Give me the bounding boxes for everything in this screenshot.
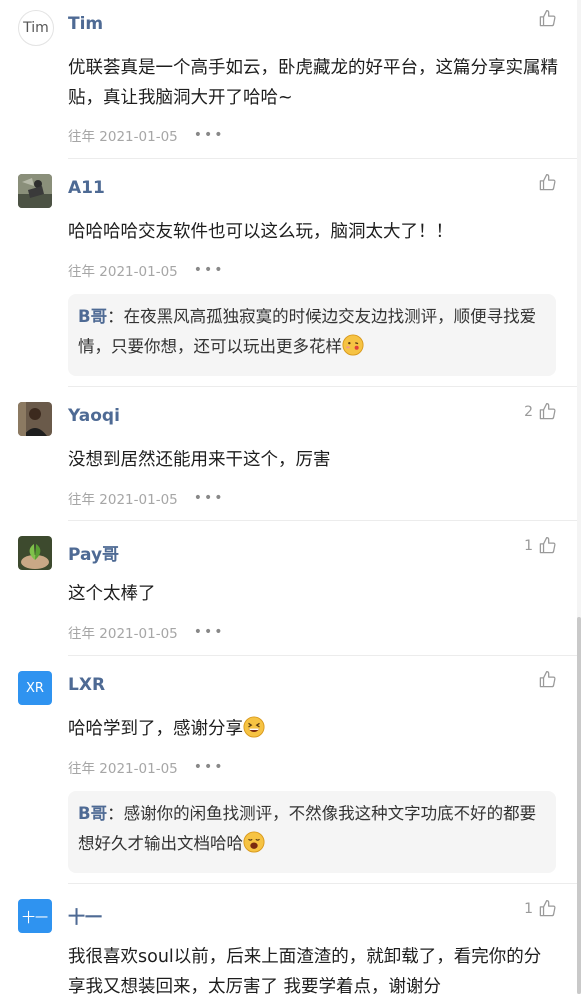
like-button[interactable] bbox=[533, 173, 557, 192]
thumbs-up-icon bbox=[539, 402, 556, 420]
comment-date: 往年 2021-01-05 bbox=[68, 264, 178, 280]
avatar[interactable] bbox=[18, 402, 52, 436]
more-dots-icon[interactable]: ••• bbox=[194, 127, 225, 143]
comment-text: 我很喜欢soul以前，后来上面渣渣的，就卸载了，看完你的分享我又想装回来，太厉害… bbox=[68, 947, 542, 994]
avatar[interactable] bbox=[18, 536, 52, 570]
scrollbar-thumb[interactable] bbox=[577, 617, 581, 994]
avatar-photo bbox=[18, 402, 52, 436]
comment-meta: 往年 2021-01-05 ••• bbox=[68, 757, 225, 777]
like-button[interactable]: 1 bbox=[524, 536, 557, 555]
avatar[interactable]: 十一 bbox=[18, 899, 52, 933]
like-button[interactable]: 1 bbox=[524, 899, 557, 918]
weary-face-emoji bbox=[243, 831, 265, 853]
divider bbox=[68, 386, 577, 387]
username[interactable]: A11 bbox=[68, 178, 105, 198]
more-dots-icon[interactable]: ••• bbox=[194, 262, 225, 278]
username[interactable]: Tim bbox=[68, 14, 103, 34]
comment-meta: 往年 2021-01-05 ••• bbox=[68, 260, 225, 280]
grinning-face-emoji bbox=[243, 716, 265, 738]
kissing-face-emoji bbox=[342, 334, 364, 356]
divider bbox=[68, 655, 577, 656]
reply-box: B哥：感谢你的闲鱼找测评，不然像我这种文字功底不好的都要想好久才输出文档哈哈 bbox=[68, 791, 556, 873]
username[interactable]: Yaoqi bbox=[68, 406, 120, 426]
comment-text: 这个太棒了 bbox=[68, 584, 156, 604]
comment-text-content: 哈哈学到了，感谢分享 bbox=[68, 719, 243, 739]
comment-text: 优联荟真是一个高手如云，卧虎藏龙的好平台，这篇分享实属精贴，真让我脑洞大开了哈哈… bbox=[68, 58, 558, 108]
like-count: 2 bbox=[524, 403, 533, 420]
more-dots-icon[interactable]: ••• bbox=[194, 759, 225, 775]
comment-text: 没想到居然还能用来干这个，厉害 bbox=[68, 450, 331, 470]
divider bbox=[68, 158, 577, 159]
divider bbox=[68, 520, 577, 521]
scrollbar-track[interactable] bbox=[577, 0, 581, 994]
comment-meta: 往年 2021-01-05 ••• bbox=[68, 622, 225, 642]
thumbs-up-icon bbox=[539, 9, 556, 27]
avatar[interactable]: Tim bbox=[18, 10, 54, 46]
username[interactable]: Pay哥 bbox=[68, 540, 119, 565]
comment-date: 往年 2021-01-05 bbox=[68, 761, 178, 777]
like-count: 1 bbox=[524, 900, 533, 917]
avatar[interactable] bbox=[18, 174, 52, 208]
reply-separator: ： bbox=[107, 307, 124, 326]
reply-box: B哥：在夜黑风高孤独寂寞的时候边交友边找测评，顺便寻找爱情，只要你想，还可以玩出… bbox=[68, 294, 556, 376]
thumbs-up-icon bbox=[539, 536, 556, 554]
comment-meta: 往年 2021-01-05 ••• bbox=[68, 125, 225, 145]
reply-author[interactable]: B哥 bbox=[78, 804, 107, 823]
avatar-photo bbox=[18, 536, 52, 570]
avatar-initials: 十一 bbox=[21, 910, 48, 926]
reply-text: 在夜黑风高孤独寂寞的时候边交友边找测评，顺便寻找爱情，只要你想，还可以玩出更多花… bbox=[78, 307, 537, 356]
like-button[interactable] bbox=[533, 9, 557, 28]
username[interactable]: LXR bbox=[68, 675, 105, 695]
username[interactable]: 十一 bbox=[68, 903, 102, 928]
thumbs-up-icon bbox=[539, 899, 556, 917]
reply-text: 感谢你的闲鱼找测评，不然像我这种文字功底不好的都要想好久才输出文档哈哈 bbox=[78, 804, 537, 853]
thumbs-up-icon bbox=[539, 670, 556, 688]
avatar-photo bbox=[18, 174, 52, 208]
thumbs-up-icon bbox=[539, 173, 556, 191]
comment-text: 哈哈哈哈交友软件也可以这么玩，脑洞太大了！！ bbox=[68, 222, 453, 242]
like-count: 1 bbox=[524, 537, 533, 554]
comment-text: 哈哈学到了，感谢分享 bbox=[68, 714, 558, 744]
comment-date: 往年 2021-01-05 bbox=[68, 492, 178, 508]
like-button[interactable] bbox=[533, 670, 557, 689]
more-dots-icon[interactable]: ••• bbox=[194, 490, 225, 506]
comment-date: 往年 2021-01-05 bbox=[68, 626, 178, 642]
avatar[interactable]: XR bbox=[18, 671, 52, 705]
reply-separator: ： bbox=[107, 804, 124, 823]
avatar-initials: XR bbox=[26, 680, 44, 696]
comment-date: 往年 2021-01-05 bbox=[68, 129, 178, 145]
more-dots-icon[interactable]: ••• bbox=[194, 624, 225, 640]
reply-author[interactable]: B哥 bbox=[78, 307, 107, 326]
comment-meta: 往年 2021-01-05 ••• bbox=[68, 488, 225, 508]
divider bbox=[68, 883, 577, 884]
like-button[interactable]: 2 bbox=[524, 402, 557, 421]
avatar-initials: Tim bbox=[23, 20, 49, 36]
